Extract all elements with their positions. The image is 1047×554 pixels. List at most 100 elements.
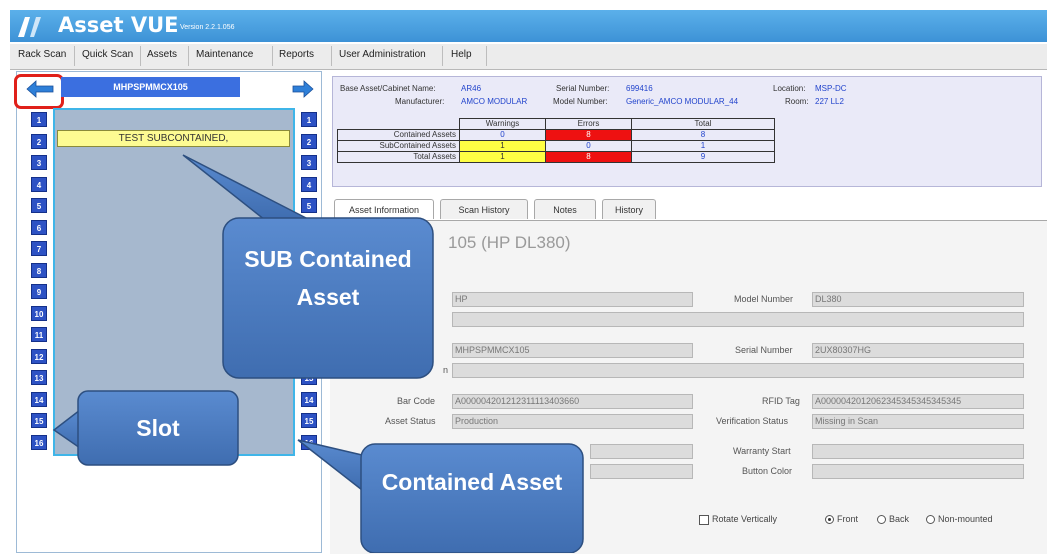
slot-right-12[interactable]: 12: [301, 348, 317, 364]
slot-left-9[interactable]: 9: [31, 284, 47, 299]
slot-left-6[interactable]: 6: [31, 219, 47, 235]
description-field[interactable]: [452, 312, 1024, 327]
menu-separator: [74, 46, 75, 66]
slot-left-10[interactable]: 10: [31, 305, 47, 321]
serial-number-field-label: Serial Number: [735, 345, 793, 355]
location-value: MSP-DC: [815, 84, 847, 93]
warranty-start-label: Warranty Start: [733, 446, 791, 456]
menu-assets[interactable]: Assets: [147, 49, 177, 60]
room-label: Room:: [785, 97, 809, 106]
slot-left-5[interactable]: 5: [31, 198, 47, 213]
row-label: Total Assets: [337, 151, 460, 163]
slot-left-1[interactable]: 1: [31, 112, 47, 127]
slot-left-16[interactable]: 16: [31, 434, 47, 450]
warranty-side-field[interactable]: [590, 444, 693, 459]
slot-left-7[interactable]: 7: [31, 241, 47, 256]
slot-left-8[interactable]: 8: [31, 262, 47, 278]
table-row: Total Assets 1 8 9: [337, 151, 775, 163]
app-title: Asset VUE: [58, 13, 179, 37]
base-asset-value: AR46: [461, 84, 482, 93]
menu-separator: [272, 46, 273, 66]
rack-name: MHPSPMMCX105: [61, 77, 240, 97]
serial-number-field[interactable]: 2UX80307HG: [812, 343, 1024, 358]
slot-right-3[interactable]: 3: [301, 155, 317, 170]
slot-left-2[interactable]: 2: [31, 133, 47, 149]
menu-help[interactable]: Help: [451, 49, 472, 60]
app-version: Version 2.2.1.056: [180, 24, 235, 31]
rfid-tag-field[interactable]: A0000042012062345345345345345: [812, 394, 1024, 409]
slot-left-13[interactable]: 13: [31, 370, 47, 385]
model-number-value: Generic_AMCO MODULAR_44: [626, 97, 739, 106]
menu-separator: [486, 46, 487, 66]
row-label: Contained Assets: [337, 129, 460, 141]
slot-left-11[interactable]: 11: [31, 327, 47, 342]
warranty-start-field[interactable]: [812, 444, 1024, 459]
slot-right-11[interactable]: 11: [301, 327, 317, 342]
menu-reports[interactable]: Reports: [279, 49, 314, 60]
asset-status-label: Asset Status: [385, 416, 436, 426]
tab-notes[interactable]: Notes: [534, 199, 596, 219]
menu-separator: [331, 46, 332, 66]
total-cell: 9: [631, 151, 775, 163]
slot-right-15[interactable]: 15: [301, 413, 317, 428]
table-row: Contained Assets 0 8 8: [337, 129, 775, 141]
verification-status-label: Verification Status: [716, 416, 789, 426]
slot-right-4[interactable]: 4: [301, 176, 317, 192]
errors-cell: 0: [545, 140, 632, 152]
slot-right-1[interactable]: 1: [301, 112, 317, 127]
warnings-cell: 1: [459, 140, 546, 152]
menu-separator: [188, 46, 189, 66]
errors-cell: 8: [545, 129, 632, 141]
next-rack-arrow-icon[interactable]: [291, 79, 317, 99]
button-color-label: Button Color: [742, 466, 793, 476]
tab-scan-history[interactable]: Scan History: [440, 199, 528, 219]
rotate-vertically-checkbox[interactable]: [699, 515, 709, 525]
slot-right-14[interactable]: 14: [301, 391, 317, 407]
bar-code-field[interactable]: A000004201212311113403660: [452, 394, 693, 409]
menu-maintenance[interactable]: Maintenance: [196, 49, 253, 60]
model-number-field-label: Model Number: [734, 294, 794, 304]
asset-summary-table: Warnings Errors Total Contained Assets 0…: [337, 118, 775, 163]
menu-quick-scan[interactable]: Quick Scan: [82, 49, 133, 60]
subcontained-asset-bar[interactable]: TEST SUBCONTAINED,: [57, 130, 290, 147]
menu-rack-scan[interactable]: Rack Scan: [18, 49, 66, 60]
verification-status-field[interactable]: Missing in Scan: [812, 414, 1024, 429]
slot-left-3[interactable]: 3: [31, 155, 47, 170]
non-mounted-radio-label: Non-mounted: [938, 514, 993, 524]
non-mounted-radio[interactable]: [926, 515, 935, 524]
total-cell: 1: [631, 140, 775, 152]
slot-right-6[interactable]: 6: [301, 219, 317, 235]
slot-left-4[interactable]: 4: [31, 176, 47, 192]
slot-right-13[interactable]: 13: [301, 370, 317, 385]
slot-right-16[interactable]: 16: [301, 434, 317, 450]
warnings-cell: 1: [459, 151, 546, 163]
serial-number-value: 699416: [626, 84, 653, 93]
button-color-field[interactable]: [812, 464, 1024, 479]
notes-field[interactable]: [452, 363, 1024, 378]
menu-user-administration[interactable]: User Administration: [339, 49, 426, 60]
slot-left-15[interactable]: 15: [31, 413, 47, 428]
menu-bar: Rack Scan Quick Scan Assets Maintenance …: [10, 44, 1047, 70]
tab-asset-information[interactable]: Asset Information: [334, 199, 434, 219]
model-number-field[interactable]: DL380: [812, 292, 1024, 307]
app-logo-icon: [18, 17, 41, 37]
front-radio[interactable]: [825, 515, 834, 524]
asset-heading: 105 (HP DL380): [448, 233, 571, 252]
back-radio[interactable]: [877, 515, 886, 524]
asset-information-pane: [330, 220, 1047, 554]
manufacturer-field[interactable]: HP: [452, 292, 693, 307]
slot-left-14[interactable]: 14: [31, 391, 47, 407]
tab-bar: Asset Information Scan History Notes His…: [330, 199, 1047, 221]
slot-right-2[interactable]: 2: [301, 133, 317, 149]
tab-history[interactable]: History: [602, 199, 656, 219]
extra-side-field[interactable]: [590, 464, 693, 479]
asset-status-field[interactable]: Production: [452, 414, 693, 429]
highlight-box: [14, 74, 64, 109]
asset-name-field[interactable]: MHPSPMMCX105: [452, 343, 693, 358]
menu-separator: [140, 46, 141, 66]
table-row: SubContained Assets 1 0 1: [337, 140, 775, 152]
slot-left-12[interactable]: 12: [31, 348, 47, 364]
base-asset-label: Base Asset/Cabinet Name:: [340, 84, 436, 93]
manufacturer-value: AMCO MODULAR: [461, 97, 528, 106]
slot-right-5[interactable]: 5: [301, 198, 317, 213]
